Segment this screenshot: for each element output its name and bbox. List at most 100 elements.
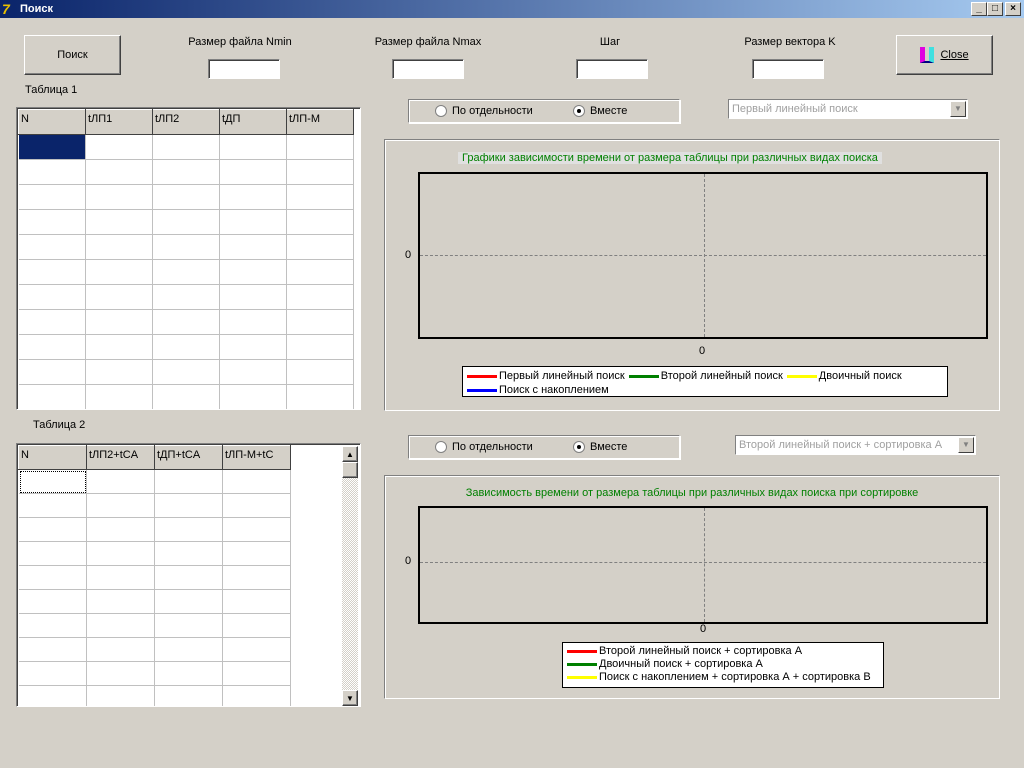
- table-cell[interactable]: [152, 359, 220, 385]
- nmax-input[interactable]: [392, 59, 464, 79]
- table-cell[interactable]: [18, 613, 87, 638]
- table-cell[interactable]: [18, 184, 86, 210]
- vector-k-input[interactable]: [752, 59, 824, 79]
- radio-together-1[interactable]: Вместе: [573, 105, 627, 117]
- table-cell[interactable]: [286, 359, 354, 385]
- table-cell[interactable]: [86, 661, 155, 686]
- column-header[interactable]: N: [18, 445, 87, 470]
- table-cell[interactable]: [85, 184, 153, 210]
- table-cell[interactable]: [85, 359, 153, 385]
- table-cell[interactable]: [154, 685, 223, 706]
- table-cell[interactable]: [152, 334, 220, 360]
- table-cell[interactable]: [219, 309, 287, 335]
- scroll-up-button[interactable]: ▲: [342, 446, 358, 462]
- table-cell[interactable]: [286, 234, 354, 260]
- table-cell[interactable]: [18, 309, 86, 335]
- table-cell[interactable]: [18, 493, 87, 518]
- radio-separately-1[interactable]: По отдельности: [435, 105, 533, 117]
- dropdown-arrow-icon[interactable]: ▼: [958, 437, 974, 453]
- window-close-button[interactable]: ×: [1005, 2, 1021, 16]
- table-cell[interactable]: [86, 613, 155, 638]
- table-cell[interactable]: [154, 517, 223, 542]
- table-cell[interactable]: [286, 384, 354, 409]
- maximize-button[interactable]: □: [987, 2, 1003, 16]
- table-cell[interactable]: [18, 565, 87, 590]
- table-cell[interactable]: [286, 259, 354, 285]
- table1-grid[interactable]: NtЛП1 tЛП2 tДП tЛП-М: [16, 107, 361, 410]
- table-cell[interactable]: [18, 209, 86, 235]
- table-cell[interactable]: [18, 661, 87, 686]
- table-cell[interactable]: [18, 159, 86, 185]
- table-cell[interactable]: [219, 359, 287, 385]
- table-cell[interactable]: [219, 234, 287, 260]
- table-cell[interactable]: [152, 284, 220, 310]
- table-cell[interactable]: [154, 493, 223, 518]
- table-cell[interactable]: [219, 259, 287, 285]
- scroll-down-button[interactable]: ▼: [342, 690, 358, 706]
- table-cell[interactable]: [222, 517, 291, 542]
- table-cell[interactable]: [18, 469, 87, 494]
- table-cell[interactable]: [86, 637, 155, 662]
- table2-scrollbar[interactable]: ▲ ▼: [342, 446, 358, 706]
- column-header[interactable]: tЛП1: [85, 109, 153, 135]
- table-cell[interactable]: [219, 184, 287, 210]
- table-cell[interactable]: [86, 589, 155, 614]
- table-cell[interactable]: [152, 159, 220, 185]
- radio-together-2[interactable]: Вместе: [573, 441, 627, 453]
- table-cell[interactable]: [18, 259, 86, 285]
- table-cell[interactable]: [219, 284, 287, 310]
- table-cell[interactable]: [222, 589, 291, 614]
- scroll-thumb[interactable]: [342, 462, 358, 478]
- table-cell[interactable]: [154, 589, 223, 614]
- table-cell[interactable]: [152, 259, 220, 285]
- table-cell[interactable]: [219, 209, 287, 235]
- table-cell[interactable]: [86, 565, 155, 590]
- table-cell[interactable]: [18, 384, 86, 409]
- table-cell[interactable]: [286, 309, 354, 335]
- table-cell[interactable]: [286, 284, 354, 310]
- table-cell[interactable]: [286, 134, 354, 160]
- table2-grid[interactable]: NtЛП2+tCA tДП+tCA tЛП-М+tC ▲ ▼: [16, 443, 361, 707]
- nmin-input[interactable]: [208, 59, 280, 79]
- table-cell[interactable]: [219, 159, 287, 185]
- table-cell[interactable]: [18, 589, 87, 614]
- table-cell[interactable]: [152, 309, 220, 335]
- table-cell[interactable]: [152, 184, 220, 210]
- table-cell[interactable]: [18, 234, 86, 260]
- column-header[interactable]: tДП+tCA: [154, 445, 223, 470]
- table-cell[interactable]: [222, 613, 291, 638]
- table-cell[interactable]: [154, 469, 223, 494]
- table-cell[interactable]: [152, 134, 220, 160]
- table-cell[interactable]: [86, 517, 155, 542]
- table-cell[interactable]: [85, 234, 153, 260]
- search-type-combo-1[interactable]: Первый линейный поиск ▼: [728, 99, 968, 119]
- table-cell[interactable]: [219, 134, 287, 160]
- table-cell[interactable]: [154, 637, 223, 662]
- table-cell[interactable]: [18, 284, 86, 310]
- table-cell[interactable]: [18, 517, 87, 542]
- table-cell[interactable]: [18, 685, 87, 706]
- table-cell[interactable]: [18, 359, 86, 385]
- table-cell[interactable]: [18, 541, 87, 566]
- table-cell[interactable]: [286, 159, 354, 185]
- column-header[interactable]: tДП: [219, 109, 287, 135]
- table-cell[interactable]: [154, 541, 223, 566]
- table-cell[interactable]: [152, 234, 220, 260]
- column-header[interactable]: N: [18, 109, 86, 135]
- table-cell[interactable]: [86, 685, 155, 706]
- minimize-button[interactable]: _: [971, 2, 987, 16]
- dropdown-arrow-icon[interactable]: ▼: [950, 101, 966, 117]
- column-header[interactable]: tЛП2: [152, 109, 220, 135]
- table-cell[interactable]: [222, 469, 291, 494]
- table-cell[interactable]: [219, 334, 287, 360]
- column-header[interactable]: tЛП2+tCA: [86, 445, 155, 470]
- table-cell[interactable]: [86, 493, 155, 518]
- search-type-combo-2[interactable]: Второй линейный поиск + сортировка А ▼: [735, 435, 976, 455]
- table-cell[interactable]: [18, 134, 86, 160]
- table-cell[interactable]: [85, 309, 153, 335]
- search-button[interactable]: Поиск: [24, 35, 121, 75]
- table-cell[interactable]: [152, 384, 220, 409]
- step-input[interactable]: [576, 59, 648, 79]
- table-cell[interactable]: [222, 661, 291, 686]
- table-cell[interactable]: [222, 493, 291, 518]
